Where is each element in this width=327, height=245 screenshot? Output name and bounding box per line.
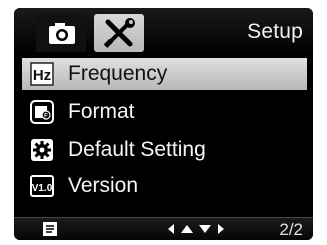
format-icon: F	[30, 100, 54, 124]
page-title: Setup	[247, 20, 303, 43]
menu-item-label: Default Setting	[68, 138, 206, 161]
menu-item-default-setting[interactable]: Default Setting	[22, 134, 307, 166]
menu-item-frequency[interactable]: Hz Frequency	[22, 58, 307, 90]
menu-item-label: Frequency	[68, 62, 168, 85]
arrows-icon	[168, 224, 224, 234]
version-icon: V1.0	[30, 175, 54, 197]
tab-camera[interactable]	[36, 14, 86, 52]
page-indicator: 2/2	[279, 220, 303, 239]
menu-icon[interactable]	[42, 221, 58, 237]
menu-item-format[interactable]: F Format	[22, 96, 307, 128]
camera-screen: Setup Hz Frequency F Format Default Sett…	[14, 8, 313, 240]
hz-icon: Hz	[30, 62, 54, 86]
camera-icon	[49, 23, 75, 44]
tools-icon	[103, 18, 135, 48]
top-bar: Setup	[14, 8, 313, 54]
svg-text:Hz: Hz	[33, 67, 51, 84]
menu-item-version[interactable]: V1.0 Version	[22, 170, 307, 202]
bottom-bar: 2/2	[14, 217, 313, 240]
default-setting-icon	[31, 139, 53, 161]
menu-item-label: Format	[68, 100, 135, 123]
svg-text:F: F	[44, 114, 48, 120]
menu-item-label: Version	[68, 174, 139, 197]
svg-text:V1.0: V1.0	[32, 183, 53, 194]
tab-setup[interactable]	[94, 14, 144, 52]
